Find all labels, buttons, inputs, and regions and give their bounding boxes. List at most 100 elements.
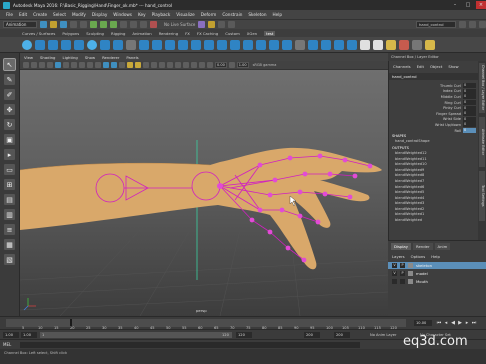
attribute-value[interactable]: 0: [463, 83, 476, 89]
play-backward-icon[interactable]: ◀: [450, 320, 456, 326]
menu-help[interactable]: Help: [273, 12, 283, 17]
select-hierarchy-icon[interactable]: [90, 21, 97, 28]
cb-menu-show[interactable]: Show: [448, 64, 458, 71]
snap-grid-icon[interactable]: [120, 21, 127, 28]
shadows-icon[interactable]: [143, 62, 149, 68]
attribute-value[interactable]: 0: [463, 88, 476, 94]
menu-constrain[interactable]: Constrain: [222, 12, 242, 17]
booleans-icon[interactable]: [165, 39, 175, 50]
outliner-toggle-icon[interactable]: [459, 21, 466, 28]
render-settings-icon[interactable]: [218, 21, 226, 28]
poly-cube-icon[interactable]: [35, 39, 45, 50]
collapse-icon[interactable]: [321, 39, 331, 50]
snap-curve-icon[interactable]: [130, 21, 137, 28]
layer-row[interactable]: V P skeleton: [388, 262, 486, 269]
play-forward-icon[interactable]: ▶: [457, 320, 463, 326]
extrude-icon[interactable]: [204, 39, 214, 50]
multi-cut-icon[interactable]: [256, 39, 266, 50]
menu-windows[interactable]: Windows: [113, 12, 132, 17]
cb-menu-channels[interactable]: Channels: [393, 64, 411, 71]
layer-row[interactable]: V P model: [388, 270, 486, 277]
camera-attributes-icon[interactable]: [31, 62, 37, 68]
motion-blur-icon[interactable]: [159, 62, 165, 68]
wireframe-icon[interactable]: [103, 62, 109, 68]
scale-tool-icon[interactable]: ▣: [4, 134, 15, 145]
rotate-tool-icon[interactable]: ↻: [4, 119, 15, 130]
menu-edit[interactable]: Edit: [19, 12, 27, 17]
shelf-tab-rigging[interactable]: Rigging: [111, 31, 125, 36]
attribute-value[interactable]: 0: [463, 100, 476, 106]
persp-outliner-layout-icon[interactable]: ▥: [4, 209, 15, 220]
view-transform-dropdown[interactable]: sRGB gamma: [253, 63, 277, 67]
use-lights-icon[interactable]: [135, 62, 141, 68]
layer-menu-options[interactable]: Options: [411, 254, 426, 259]
smooth-icon[interactable]: [178, 39, 188, 50]
attribute-value[interactable]: 0: [463, 122, 476, 128]
step-back-icon[interactable]: ◂: [443, 320, 449, 326]
command-input[interactable]: [20, 342, 360, 348]
gamma-field[interactable]: 1.00: [236, 62, 249, 68]
layer-color-swatch[interactable]: [408, 263, 413, 268]
poly-plane-icon[interactable]: [74, 39, 84, 50]
move-tool-icon[interactable]: ✥: [4, 104, 15, 115]
cb-menu-edit[interactable]: Edit: [417, 64, 424, 71]
uv-editor-icon[interactable]: [360, 39, 370, 50]
poly-torus-icon[interactable]: [87, 39, 97, 50]
persp-graph-layout-icon[interactable]: ▤: [4, 194, 15, 205]
edge-loop-icon[interactable]: [269, 39, 279, 50]
image-plane-icon[interactable]: [47, 62, 53, 68]
layer-tab-render[interactable]: Render: [413, 243, 433, 250]
isolate-select-icon[interactable]: [183, 62, 189, 68]
attribute-value[interactable]: 0: [463, 111, 476, 117]
script-one-icon[interactable]: [386, 39, 396, 50]
vp-menu-lighting[interactable]: Lighting: [62, 55, 77, 60]
exposure-field[interactable]: 0.00: [215, 62, 227, 68]
layer-row[interactable]: Mouth: [388, 278, 486, 285]
poly-pyramid-icon[interactable]: [100, 39, 110, 50]
wireframe-on-shaded-icon[interactable]: [119, 62, 125, 68]
four-view-layout-icon[interactable]: ⊞: [4, 179, 15, 190]
ipr-render-icon[interactable]: [208, 21, 216, 28]
layer-visibility-toggle[interactable]: [392, 279, 397, 284]
undo-icon[interactable]: [70, 21, 77, 28]
output-item[interactable]: blendWeighted: [389, 218, 478, 224]
poly-cylinder-icon[interactable]: [48, 39, 58, 50]
layer-visibility-toggle[interactable]: V: [392, 263, 397, 268]
attribute-value[interactable]: 0: [463, 128, 476, 134]
menu-create[interactable]: Create: [33, 12, 47, 17]
layer-playback-toggle[interactable]: P: [400, 271, 405, 276]
vp-menu-show[interactable]: Show: [85, 55, 95, 60]
vp-menu-view[interactable]: View: [24, 55, 33, 60]
vp-menu-renderer[interactable]: Renderer: [102, 55, 119, 60]
safe-action-icon[interactable]: [95, 62, 101, 68]
selected-node-name[interactable]: hand_control: [389, 73, 478, 80]
ambient-occlusion-icon[interactable]: [151, 62, 157, 68]
playback-start-field[interactable]: 1.00: [21, 332, 37, 338]
xray-icon[interactable]: [191, 62, 197, 68]
playback-end-field[interactable]: 120: [236, 332, 252, 338]
xray-joints-icon[interactable]: [199, 62, 205, 68]
current-frame-field[interactable]: 10.00: [414, 320, 432, 326]
start-time-field[interactable]: 1.00: [3, 332, 19, 338]
shelf-tab-xgen[interactable]: XGen: [247, 31, 257, 36]
redo-icon[interactable]: [80, 21, 87, 28]
menu-playback[interactable]: Playback: [152, 12, 171, 17]
range-slider-bar[interactable]: [40, 332, 232, 338]
bookmark-icon[interactable]: [39, 62, 45, 68]
menu-deform[interactable]: Deform: [201, 12, 217, 17]
shelf-tab-fx-caching[interactable]: FX Caching: [197, 31, 218, 36]
gamma-icon[interactable]: [228, 62, 235, 68]
layer-playback-toggle[interactable]: [400, 279, 405, 284]
layer-playback-toggle[interactable]: P: [400, 263, 405, 268]
side-tab-tool-settings[interactable]: Tool Settings: [479, 171, 485, 221]
delete-edge-icon[interactable]: [334, 39, 344, 50]
textured-icon[interactable]: [127, 62, 133, 68]
attribute-value[interactable]: 0: [463, 116, 476, 122]
select-object-icon[interactable]: [100, 21, 107, 28]
render-icon[interactable]: [198, 21, 206, 28]
paint-select-tool-icon[interactable]: ✐: [4, 89, 15, 100]
side-tab-channel-box[interactable]: Channel Box / Layer Editor: [479, 63, 485, 113]
hand-model[interactable]: [20, 147, 382, 270]
fill-hole-icon[interactable]: [243, 39, 253, 50]
minimize-button[interactable]: –: [450, 1, 460, 9]
